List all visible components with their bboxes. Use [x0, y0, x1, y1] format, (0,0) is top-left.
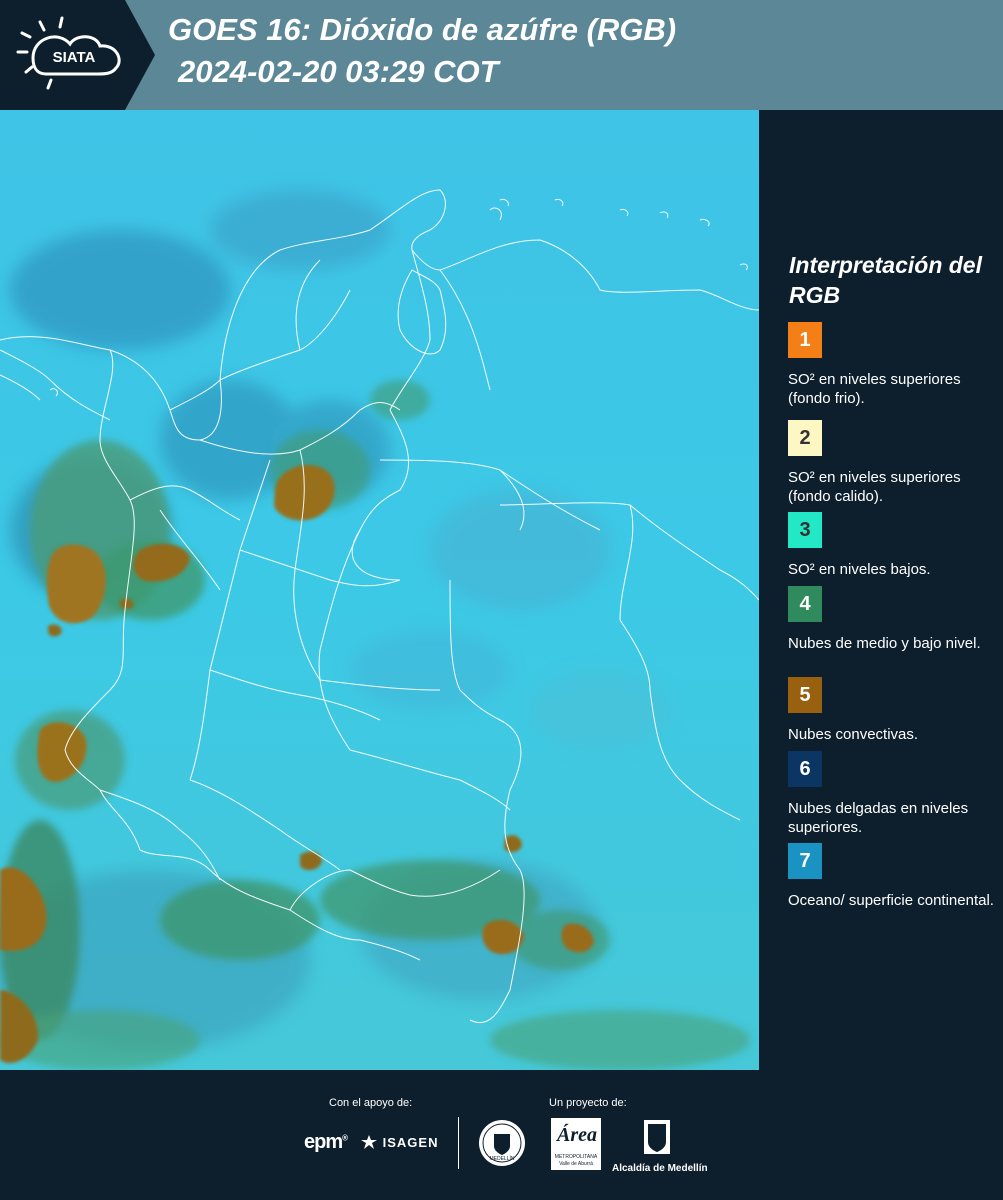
- legend-label-4: Nubes de medio y bajo nivel.: [788, 635, 981, 652]
- timestamp-title: 2024-02-20 03:29 COT: [178, 54, 499, 89]
- seal-text: MEDELLÍN: [489, 1156, 515, 1162]
- area-logo-sub: METROPOLITANA: [554, 1154, 598, 1160]
- header-bar: SIATA GOES 16: Dióxido de azúfre (RGB) 2…: [0, 0, 1003, 110]
- alcaldia-crest-icon: [644, 1120, 670, 1154]
- isagen-logo-text: ISAGEN: [382, 1135, 439, 1150]
- isagen-icon: [361, 1135, 377, 1149]
- legend-title: Interpretación del RGB: [789, 252, 982, 308]
- area-logo-text: Área: [557, 1124, 597, 1146]
- legend-label-5: Nubes convectivas.: [788, 726, 919, 743]
- project-caption: Un proyecto de:: [549, 1097, 627, 1109]
- legend-label-1: SO² en niveles superiores (fondo frio).: [788, 371, 961, 407]
- satellite-image: [0, 110, 759, 1070]
- legend-label-6: Nubes delgadas en niveles superiores.: [788, 800, 969, 836]
- footer-bar: Con el apoyo de: Un proyecto de: epm® IS…: [0, 1070, 1003, 1200]
- legend-label-3: SO² en niveles bajos.: [788, 561, 931, 578]
- epm-logo-text: epm: [304, 1131, 343, 1153]
- epm-logo: epm®: [304, 1131, 348, 1153]
- legend-item-1: 1 SO² en niveles superiores (fondo frio)…: [788, 322, 998, 408]
- legend-swatch-4: 4: [788, 586, 822, 622]
- legend-item-2: 2 SO² en niveles superiores (fondo calid…: [788, 420, 998, 506]
- legend-swatch-1: 1: [788, 322, 822, 358]
- legend-panel: Interpretación del RGB 1 SO² en niveles …: [759, 110, 1003, 1070]
- siata-logo: SIATA: [0, 0, 155, 110]
- medellin-seal: MEDELLÍN: [477, 1118, 527, 1173]
- area-logo-sub2: Valle de Aburrá: [559, 1161, 593, 1167]
- legend-label-7: Oceano/ superficie continental.: [788, 892, 994, 909]
- legend-item-4: 4 Nubes de medio y bajo nivel.: [788, 586, 998, 653]
- legend-item-3: 3 SO² en niveles bajos.: [788, 512, 998, 579]
- satellite-map: [0, 110, 759, 1070]
- legend-item-6: 6 Nubes delgadas en niveles superiores.: [788, 751, 998, 837]
- area-metropolitana-logo: Área METROPOLITANA Valle de Aburrá: [551, 1118, 601, 1170]
- legend-item-7: 7 Oceano/ superficie continental.: [788, 843, 998, 910]
- siata-logo-text: SIATA: [53, 49, 96, 66]
- alcaldia-text: Alcaldía de Medellín: [612, 1163, 708, 1174]
- legend-swatch-5: 5: [788, 677, 822, 713]
- isagen-logo: ISAGEN: [360, 1134, 438, 1150]
- alcaldia-logo: Alcaldía de Medellín: [612, 1118, 708, 1174]
- support-caption: Con el apoyo de:: [329, 1097, 413, 1109]
- legend-swatch-2: 2: [788, 420, 822, 456]
- legend-swatch-7: 7: [788, 843, 822, 879]
- legend-swatch-6: 6: [788, 751, 822, 787]
- legend-swatch-3: 3: [788, 512, 822, 548]
- footer-divider: [458, 1117, 459, 1169]
- legend-label-2: SO² en niveles superiores (fondo calido)…: [788, 469, 961, 505]
- page-title: GOES 16: Dióxido de azúfre (RGB): [168, 12, 677, 47]
- legend-item-5: 5 Nubes convectivas.: [788, 677, 998, 744]
